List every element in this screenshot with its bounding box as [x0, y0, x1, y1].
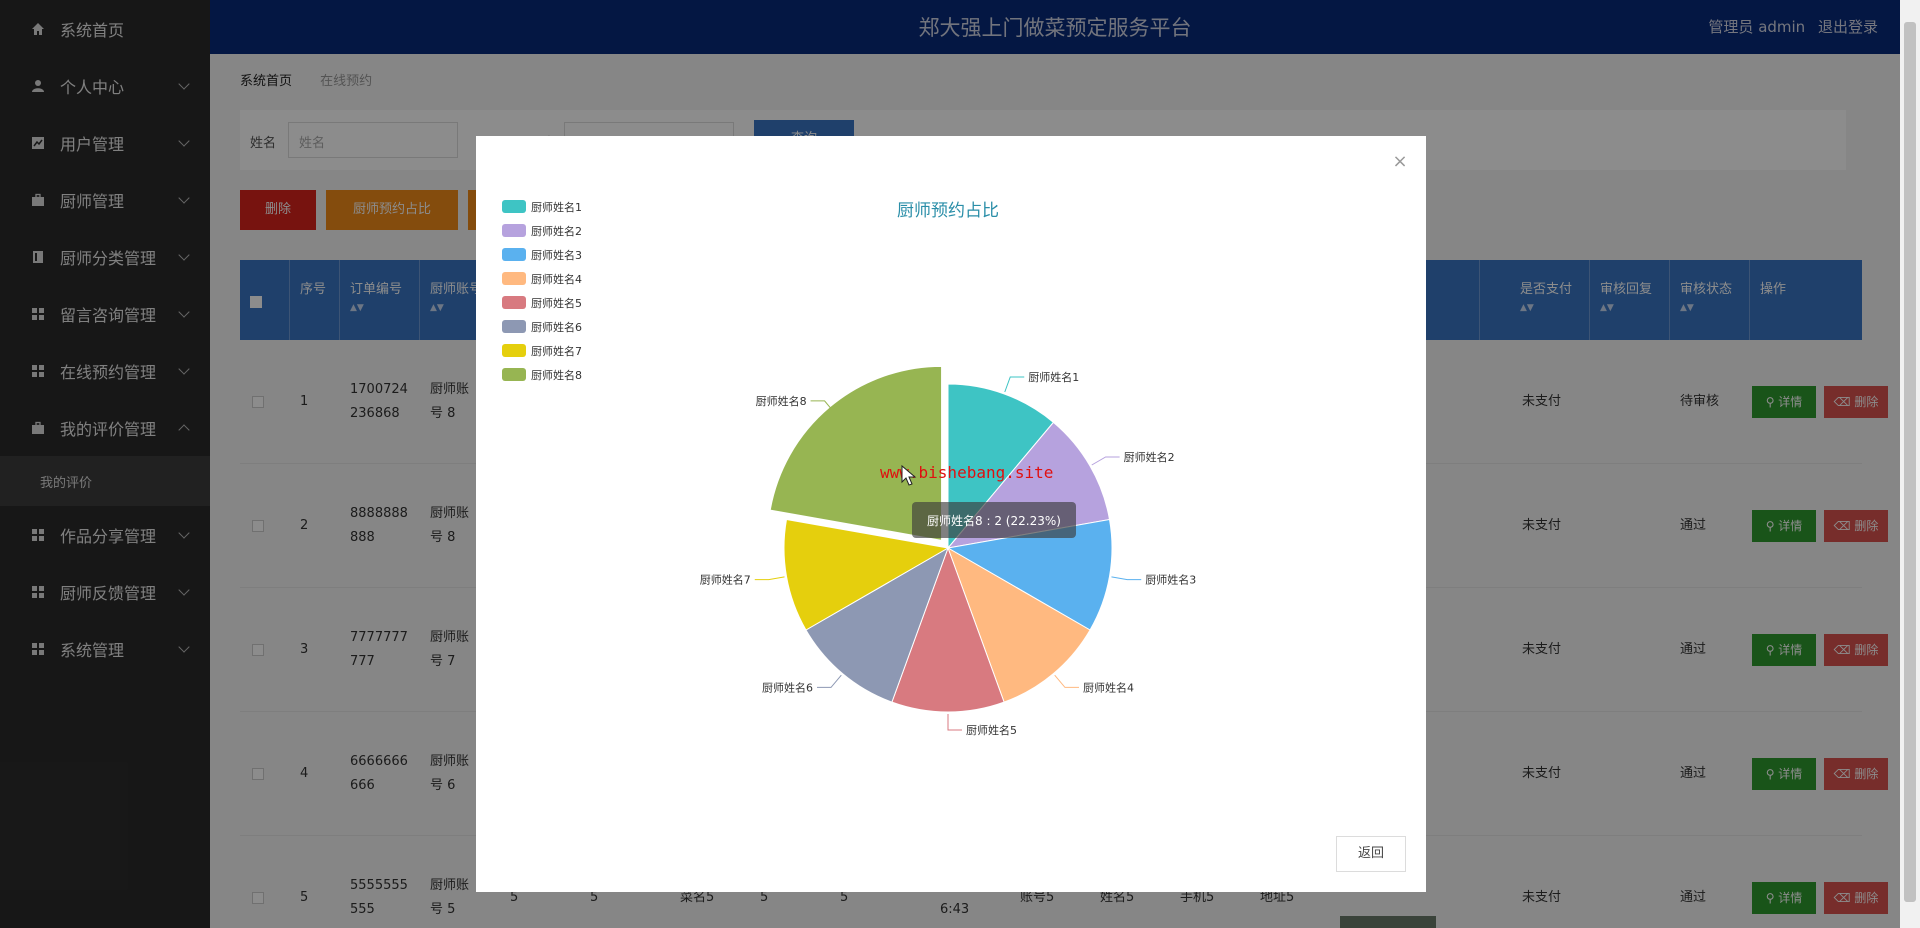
- legend-item[interactable]: 厨师姓名7: [502, 344, 582, 358]
- legend-label: 厨师姓名7: [531, 344, 582, 358]
- slice-label-line: [817, 674, 842, 688]
- slice-label: 厨师姓名7: [700, 573, 751, 587]
- slice-label-line: [1054, 674, 1079, 688]
- slice-label-line: [947, 714, 962, 731]
- slice-label-line: [1111, 576, 1142, 581]
- slice-label-line: [754, 576, 785, 581]
- legend-label: 厨师姓名6: [531, 320, 582, 334]
- chart-modal: × 厨师预约占比 厨师姓名1 厨师姓名2 厨师姓名3 厨师姓名4 厨师姓名5 厨师姓名6 厨师…: [476, 136, 1426, 892]
- slice-label: 厨师姓名5: [966, 723, 1017, 737]
- legend-label: 厨师姓名1: [531, 200, 582, 214]
- legend-swatch: [502, 200, 526, 213]
- legend-label: 厨师姓名4: [531, 272, 582, 286]
- legend-item[interactable]: 厨师姓名6: [502, 320, 582, 334]
- legend-swatch: [502, 296, 526, 309]
- legend-swatch: [502, 320, 526, 333]
- page-scrollbar[interactable]: [1900, 0, 1920, 928]
- slice-label-line: [1091, 456, 1120, 466]
- legend-label: 厨师姓名2: [531, 224, 582, 238]
- legend-item[interactable]: 厨师姓名3: [502, 248, 582, 262]
- tooltip-text: 厨师姓名8 : 2 (22.23%): [927, 513, 1061, 528]
- legend-item[interactable]: 厨师姓名2: [502, 224, 582, 238]
- legend-item[interactable]: 厨师姓名5: [502, 296, 582, 310]
- legend-item[interactable]: 厨师姓名8: [502, 368, 582, 382]
- chart-title: 厨师预约占比: [897, 201, 999, 221]
- chart-tooltip: 厨师姓名8 : 2 (22.23%): [912, 502, 1076, 538]
- slice-label: 厨师姓名3: [1145, 573, 1196, 587]
- legend-swatch: [502, 272, 526, 285]
- legend-label: 厨师姓名8: [531, 368, 582, 382]
- slice-label-line: [1004, 376, 1025, 393]
- return-button[interactable]: 返回: [1336, 836, 1406, 872]
- slice-label: 厨师姓名2: [1124, 450, 1175, 464]
- slice-label: 厨师姓名1: [1028, 370, 1079, 384]
- slice-label: 厨师姓名6: [762, 680, 813, 694]
- scrollbar-thumb[interactable]: [1904, 22, 1916, 902]
- legend-swatch: [502, 368, 526, 381]
- slice-label: 厨师姓名8: [756, 394, 807, 408]
- legend-item[interactable]: 厨师姓名4: [502, 272, 582, 286]
- legend-swatch: [502, 344, 526, 357]
- legend-swatch: [502, 248, 526, 261]
- pie-chart: 厨师预约占比厨师姓名1厨师姓名2厨师姓名3厨师姓名4厨师姓名5厨师姓名6厨师姓名…: [502, 200, 1196, 737]
- slice-label: 厨师姓名4: [1083, 680, 1134, 694]
- legend-item[interactable]: 厨师姓名1: [502, 200, 582, 214]
- legend-label: 厨师姓名3: [531, 248, 582, 262]
- legend-label: 厨师姓名5: [531, 296, 582, 310]
- legend-swatch: [502, 224, 526, 237]
